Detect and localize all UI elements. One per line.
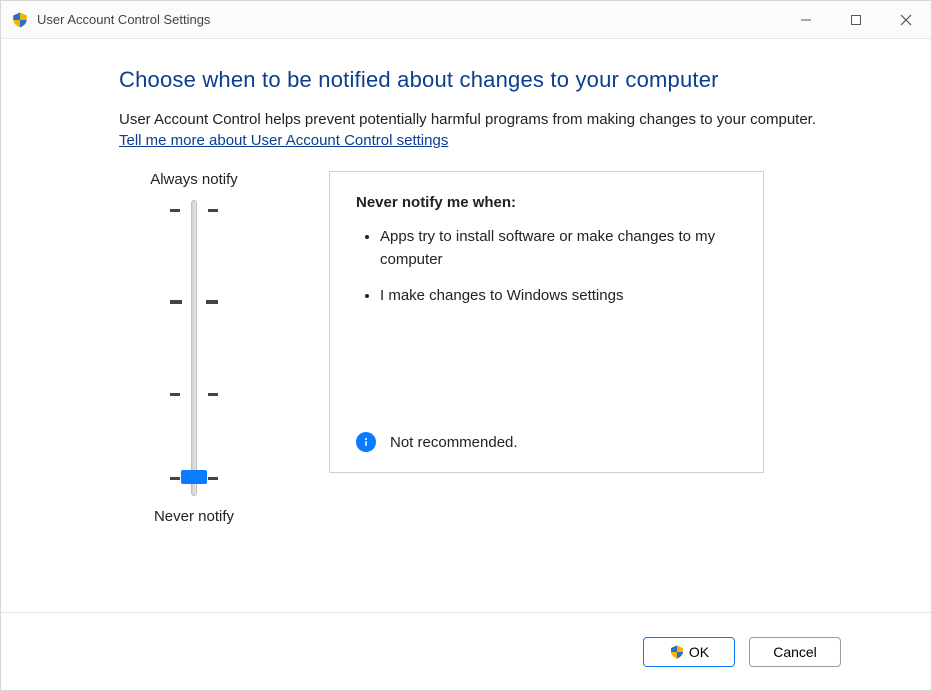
uac-shield-icon — [669, 644, 685, 660]
slider-tick-2 — [170, 392, 218, 396]
slider-area: Always notify Never notify Never notify … — [119, 171, 901, 525]
page-heading: Choose when to be notified about changes… — [119, 67, 901, 93]
slider-bottom-label: Never notify — [154, 508, 234, 525]
info-footer-text: Not recommended. — [390, 434, 518, 451]
slider-track[interactable] — [164, 198, 224, 498]
info-footer: Not recommended. — [356, 422, 737, 452]
uac-shield-icon — [11, 11, 29, 29]
dialog-footer: OK Cancel — [1, 612, 931, 690]
minimize-button[interactable] — [781, 1, 831, 38]
slider-tick-1 — [170, 300, 218, 304]
slider-thumb[interactable] — [181, 470, 207, 484]
page-description: User Account Control helps prevent poten… — [119, 111, 901, 128]
slider-top-label: Always notify — [150, 171, 238, 188]
info-title: Never notify me when: — [356, 194, 737, 211]
info-icon — [356, 432, 376, 452]
window-title: User Account Control Settings — [37, 12, 210, 27]
slider-groove — [191, 200, 197, 496]
uac-settings-window: User Account Control Settings Choose whe… — [0, 0, 932, 691]
notification-info-box: Never notify me when: Apps try to instal… — [329, 171, 764, 473]
ok-button-label: OK — [689, 644, 709, 660]
cancel-button[interactable]: Cancel — [749, 637, 841, 667]
info-bullet: I make changes to Windows settings — [380, 284, 737, 307]
titlebar: User Account Control Settings — [1, 1, 931, 39]
close-button[interactable] — [881, 1, 931, 38]
cancel-button-label: Cancel — [773, 644, 817, 660]
notification-slider: Always notify Never notify — [119, 171, 269, 525]
window-controls — [781, 1, 931, 38]
learn-more-link[interactable]: Tell me more about User Account Control … — [119, 132, 448, 149]
maximize-button[interactable] — [831, 1, 881, 38]
ok-button[interactable]: OK — [643, 637, 735, 667]
info-bullet: Apps try to install software or make cha… — [380, 225, 737, 272]
slider-tick-0 — [170, 208, 218, 212]
info-bullet-list: Apps try to install software or make cha… — [356, 225, 737, 319]
content-area: Choose when to be notified about changes… — [1, 39, 931, 612]
